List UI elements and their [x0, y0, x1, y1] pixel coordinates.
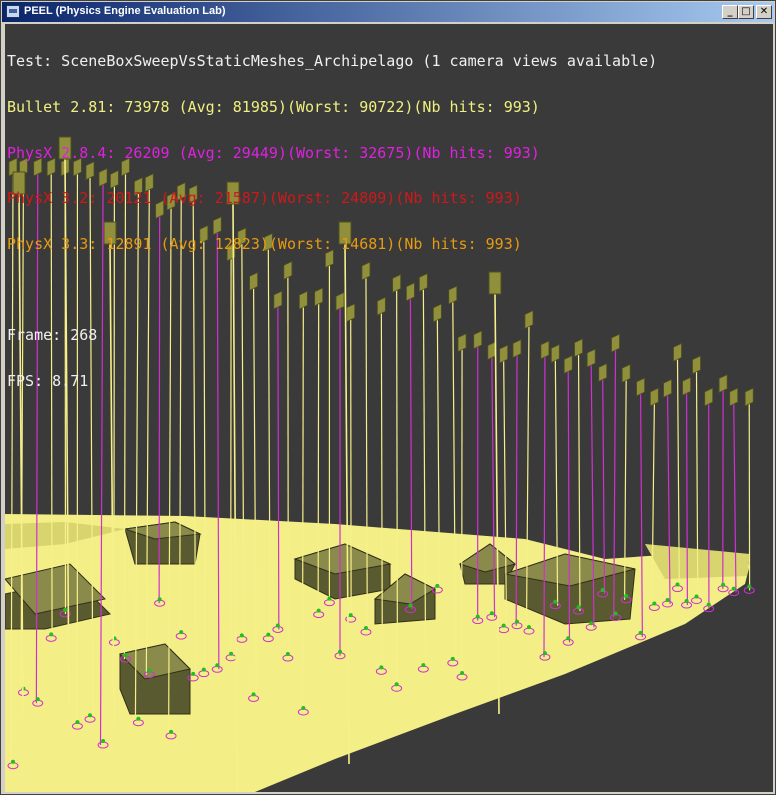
hit-normal — [285, 652, 290, 657]
hud-overlay: Test: SceneBoxSweepVsStaticMeshes_Archip… — [7, 24, 657, 419]
app-window: PEEL (Physics Engine Evaluation Lab) _ □… — [0, 0, 776, 795]
hit-normal — [566, 636, 571, 641]
hit-normal — [348, 613, 353, 618]
hit-normal — [421, 663, 426, 668]
hit-normal — [251, 692, 256, 697]
hit-normal — [88, 713, 93, 718]
hit-normal — [450, 656, 455, 661]
hit-normal — [229, 651, 234, 656]
sweep-box — [729, 387, 739, 407]
hit-normal — [475, 614, 480, 619]
hit-normal — [35, 697, 40, 702]
engine-bullet-stats: Bullet 2.81: 73978 (Avg: 81985)(Worst: 9… — [7, 98, 540, 116]
hit-normal — [576, 605, 581, 610]
hit-normal — [147, 668, 152, 673]
hit-normal — [157, 597, 162, 602]
hit-normal — [460, 671, 465, 676]
window-title: PEEL (Physics Engine Evaluation Lab) — [24, 5, 226, 17]
hit-normal — [652, 601, 657, 606]
hit-normal — [49, 632, 54, 637]
hit-normal — [665, 597, 670, 602]
fps-counter: FPS: 8.71 — [7, 371, 89, 390]
hit-normal — [613, 611, 618, 616]
test-name-text: Test: SceneBoxSweepVsStaticMeshes_Archip… — [7, 52, 658, 71]
hit-normal — [694, 594, 699, 599]
hit-normal — [706, 602, 711, 607]
engine-physx284-stats: PhysX 2.8.4: 26209 (Avg: 29449)(Worst: 3… — [7, 143, 540, 162]
hit-normal — [101, 739, 106, 744]
hit-normal — [435, 583, 440, 588]
sweep-box — [682, 376, 691, 396]
sweep-box — [704, 387, 714, 407]
app-icon — [6, 5, 20, 18]
hit-normal — [301, 706, 306, 711]
terrain-ground — [5, 514, 750, 792]
hit-normal — [215, 663, 220, 668]
hit-normal — [408, 603, 413, 608]
sweep-box — [692, 355, 701, 375]
hit-normal — [684, 599, 689, 604]
frame-counter: Frame: 268 — [7, 325, 98, 344]
hit-normal — [638, 630, 643, 635]
hit-normal — [123, 653, 128, 658]
hit-normal — [338, 649, 343, 654]
title-bar[interactable]: PEEL (Physics Engine Evaluation Lab) _ □… — [2, 2, 774, 22]
hit-normal — [191, 671, 196, 676]
hit-normal — [589, 621, 594, 626]
hit-normal — [489, 611, 494, 616]
hit-normal — [526, 625, 531, 630]
hit-normal — [624, 593, 629, 598]
minimize-button[interactable]: _ — [722, 5, 738, 19]
hit-normal — [327, 596, 332, 601]
sweep-box — [673, 342, 682, 362]
hit-normal — [201, 667, 206, 672]
hit-normal — [239, 633, 244, 638]
hit-normal — [136, 716, 141, 721]
hit-normal — [266, 632, 271, 637]
hit-normal — [542, 651, 547, 656]
hit-normal — [721, 582, 726, 587]
hit-normal — [600, 587, 605, 592]
maximize-button[interactable]: □ — [738, 5, 754, 19]
sweep-box — [744, 387, 754, 407]
render-viewport[interactable]: Test: SceneBoxSweepVsStaticMeshes_Archip… — [5, 24, 773, 792]
engine-physx33-stats: PhysX 3.3: 12891 (Avg: 12823)(Worst: 146… — [7, 234, 522, 253]
hit-normal — [63, 607, 68, 612]
hit-normal — [501, 623, 506, 628]
hit-normal — [75, 720, 80, 725]
hit-normal — [394, 682, 399, 687]
sweep-box — [718, 374, 728, 394]
hit-normal — [747, 584, 752, 589]
hit-normal — [731, 586, 736, 591]
hit-normal — [169, 729, 174, 734]
hit-normal — [275, 623, 280, 628]
hit-normal — [515, 619, 520, 624]
sweep-ray — [685, 393, 688, 606]
close-button[interactable]: ✕ — [756, 5, 772, 19]
hit-normal — [11, 759, 15, 764]
hit-normal — [553, 599, 558, 604]
hit-normal — [179, 630, 184, 635]
hit-normal — [379, 665, 384, 670]
hit-normal — [316, 608, 321, 613]
hit-normal — [675, 582, 680, 587]
sweep-box — [663, 378, 672, 398]
hit-normal — [363, 626, 368, 631]
engine-physx32-stats: PhysX 3.2: 20121 (Avg: 21587)(Worst: 248… — [7, 189, 522, 208]
